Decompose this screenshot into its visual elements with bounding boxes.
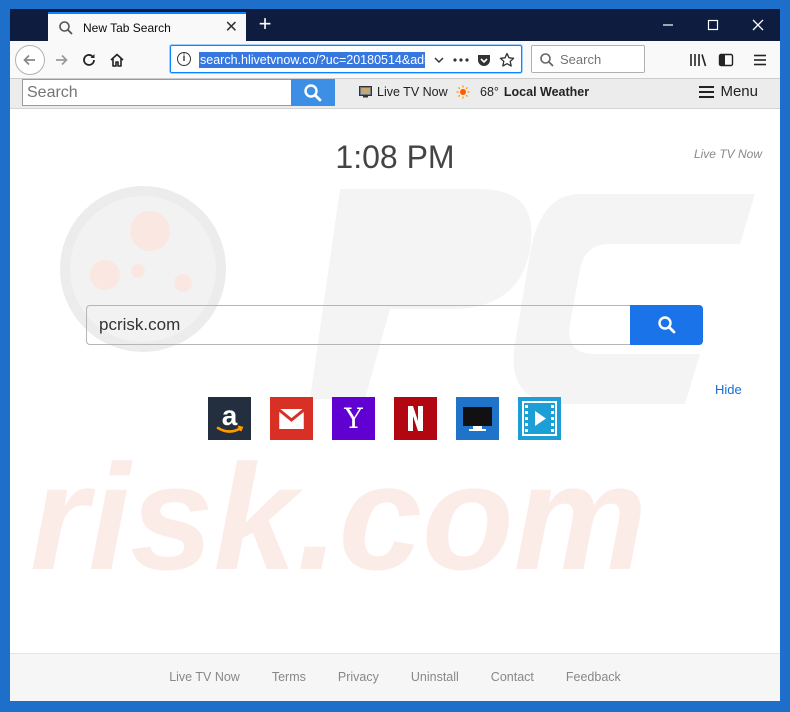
browser-window: New Tab Search ✕ + i search.hlivetvnow.c… [10,9,780,701]
back-button[interactable] [15,45,45,75]
live-tv-label: Live TV Now [377,85,448,99]
search-icon [539,52,555,68]
url-text[interactable]: search.hlivetvnow.co/?uc=20180514&ad= [199,52,425,68]
home-button[interactable] [102,45,132,75]
search-placeholder: Search [560,52,602,67]
toolbar-search-button[interactable] [291,79,335,106]
shortcut-tiles: a Y [208,397,580,440]
video-shortcut[interactable] [518,397,561,440]
footer-link-privacy[interactable]: Privacy [338,670,379,684]
forward-button[interactable] [46,45,76,75]
footer-link-feedback[interactable]: Feedback [566,670,621,684]
main-search-input[interactable]: pcrisk.com [86,305,631,345]
pcrisk-watermark: risk.com [30,186,755,601]
forward-arrow-icon [56,54,68,66]
tab-close-icon[interactable]: ✕ [225,19,238,36]
toolbar-menu-button[interactable]: Menu [699,83,758,100]
extension-toolbar: Live TV Now 68° Local Weather Menu [10,79,780,109]
sidebar-icon [718,53,734,67]
hide-shortcuts-link[interactable]: Hide [715,382,742,397]
search-icon [304,83,322,101]
video-icon [522,401,557,436]
tv-icon [463,407,492,431]
clock-time: 1:08 PM [335,139,455,175]
page-footer: Live TV Now Terms Privacy Uninstall Cont… [10,653,780,701]
gmail-shortcut[interactable] [270,397,313,440]
footer-link-contact[interactable]: Contact [491,670,534,684]
toolbar-search-input[interactable] [22,79,292,106]
pocket-icon[interactable] [474,50,494,70]
menu-icon [699,85,715,98]
chevron-down-icon[interactable] [429,50,449,70]
netflix-shortcut[interactable] [394,397,437,440]
library-button[interactable] [685,47,711,73]
maximize-button[interactable] [690,9,735,41]
tv-icon [359,86,372,98]
footer-link-terms[interactable]: Terms [272,670,306,684]
weather-label: Local Weather [503,85,590,99]
minimize-button[interactable] [645,9,690,41]
info-icon[interactable]: i [177,52,191,66]
more-actions-icon[interactable] [451,50,471,70]
navigation-bar: i search.hlivetvnow.co/?uc=20180514&ad= … [10,41,780,79]
live-tv-now-link[interactable]: Live TV Now [694,147,762,161]
title-bar: New Tab Search ✕ + [10,9,780,41]
amazon-icon: a [216,400,244,433]
footer-link-uninstall[interactable]: Uninstall [411,670,459,684]
footer-links: Live TV Now Terms Privacy Uninstall Cont… [10,670,780,684]
bookmark-star-icon[interactable] [497,50,517,70]
live-tv-link[interactable]: Live TV Now [359,85,448,99]
svg-text:risk.com: risk.com [30,433,647,601]
sidebar-button[interactable] [713,47,739,73]
tv-shortcut[interactable] [456,397,499,440]
url-bar[interactable]: i search.hlivetvnow.co/?uc=20180514&ad= [170,45,522,73]
temperature-value: 68° [480,85,499,99]
yahoo-icon: Y [343,402,363,435]
main-search-button[interactable] [630,305,703,345]
footer-link-live-tv[interactable]: Live TV Now [169,670,240,684]
new-tab-button[interactable]: + [253,13,277,37]
sun-icon [456,85,470,99]
svg-text:a: a [222,400,238,431]
gmail-icon [276,407,307,429]
hamburger-menu-button[interactable] [747,47,773,73]
close-window-button[interactable] [735,9,780,41]
search-icon [58,20,74,36]
netflix-icon [408,406,423,431]
hamburger-icon [754,54,766,66]
reload-icon [83,54,95,66]
search-icon [657,316,675,334]
amazon-shortcut[interactable]: a [208,397,251,440]
reload-button[interactable] [74,45,104,75]
menu-label: Menu [720,83,758,100]
tab-new-tab-search[interactable]: New Tab Search ✕ [48,12,246,41]
weather-widget[interactable]: 68° Local Weather [456,85,589,99]
yahoo-shortcut[interactable]: Y [332,397,375,440]
svg-text:Y: Y [343,402,363,435]
home-icon [110,53,124,67]
back-arrow-icon [23,54,35,66]
browser-search-field[interactable]: Search [531,45,645,73]
library-icon [690,54,707,67]
tab-title: New Tab Search [83,20,171,35]
page-content: risk.com 1:08 PM Live TV Now pcrisk.com … [10,109,780,653]
